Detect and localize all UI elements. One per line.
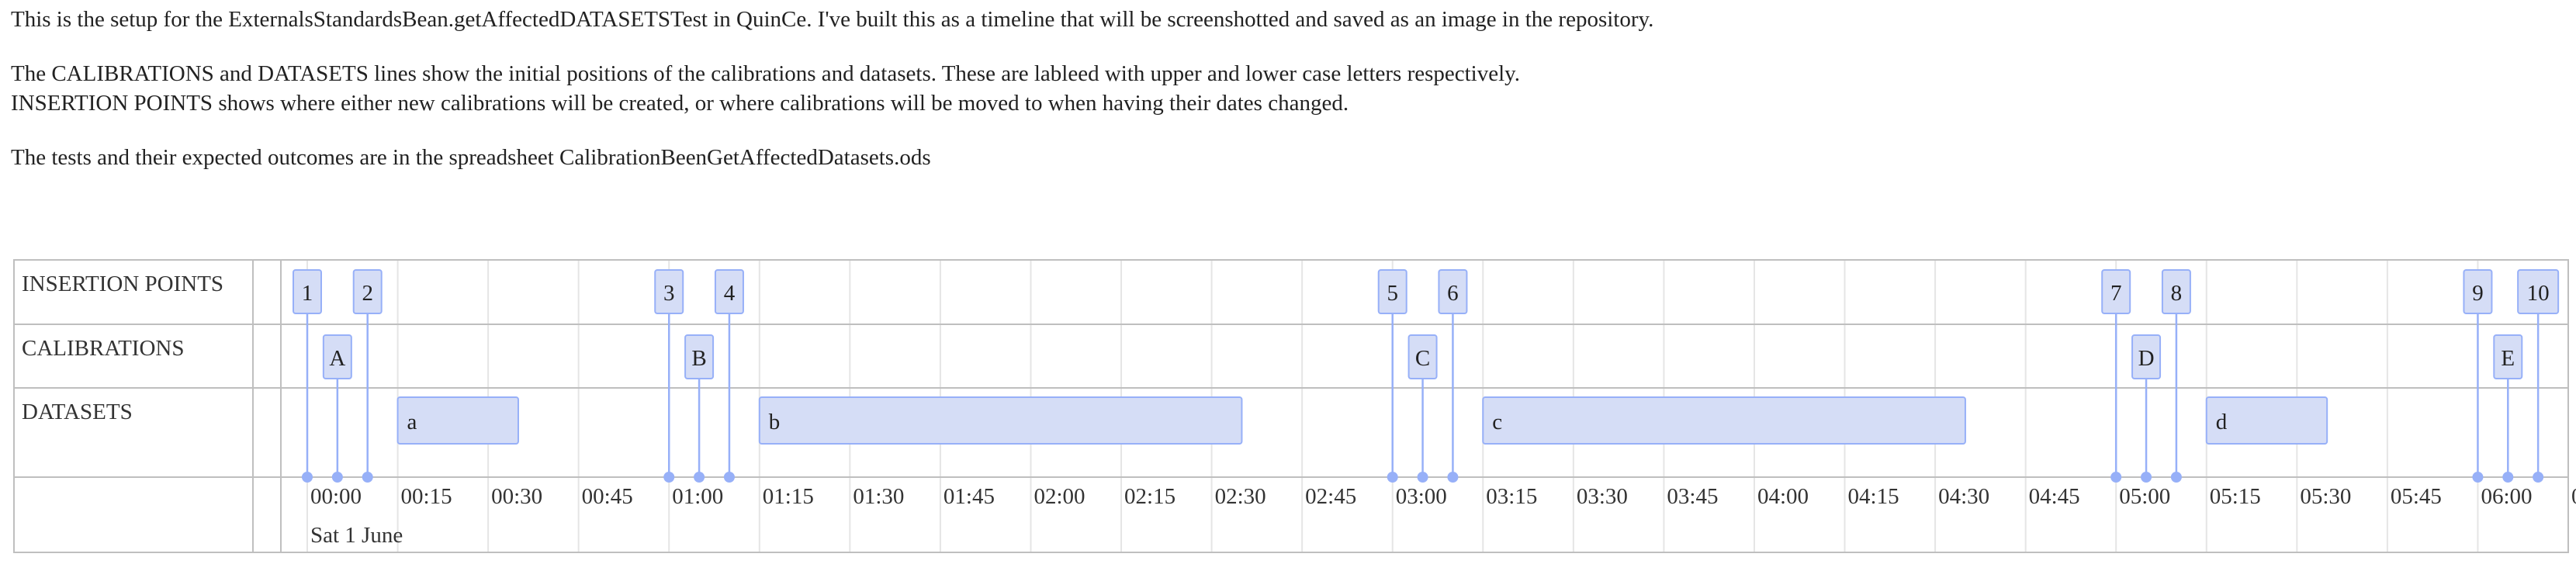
insertion-point-dot[interactable] — [2170, 472, 2182, 483]
insertion-point-label: 5 — [1387, 281, 1398, 306]
calibration-dot[interactable] — [2502, 472, 2514, 483]
tick-label: 02:00 — [1034, 484, 1085, 509]
tick-label: 04:00 — [1757, 484, 1809, 509]
calibration-dot[interactable] — [1417, 472, 1428, 483]
tick-label: 03:15 — [1486, 484, 1537, 509]
tick-label: 04:45 — [2029, 484, 2080, 509]
insertion-point-label: 6 — [1447, 281, 1459, 306]
dataset-label: c — [1492, 410, 1502, 434]
insertion-point-label: 10 — [2527, 281, 2550, 306]
insertion-point-dot[interactable] — [2110, 472, 2122, 483]
tick-label: 05:45 — [2391, 484, 2442, 509]
group-label: CALIBRATIONS — [22, 336, 184, 361]
group-label: INSERTION POINTS — [22, 272, 223, 296]
insertion-point-dot[interactable] — [2533, 472, 2544, 483]
tick-label: 06:15 — [2571, 484, 2576, 509]
tick-label: 03:45 — [1667, 484, 1718, 509]
tick-label: 06:00 — [2481, 484, 2532, 509]
tick-label: 04:30 — [1938, 484, 1989, 509]
group-label: DATASETS — [22, 400, 133, 424]
dataset-label: d — [2216, 410, 2228, 434]
tick-label: 05:15 — [2210, 484, 2261, 509]
dataset-bar[interactable] — [1482, 396, 1966, 445]
insertion-point-dot[interactable] — [1447, 472, 1459, 483]
insertion-point-label: 1 — [302, 281, 313, 306]
tick-label: 01:45 — [943, 484, 995, 509]
tick-label: 05:30 — [2300, 484, 2351, 509]
tick-label: 01:15 — [763, 484, 814, 509]
tick-label: 05:00 — [2119, 484, 2170, 509]
calibration-label: D — [2138, 346, 2155, 371]
tick-label: 00:15 — [401, 484, 452, 509]
group-labels: INSERTION POINTS CALIBRATIONS DATASETS — [22, 272, 223, 424]
calibration-label: C — [1415, 346, 1430, 371]
insertion-point-label: 2 — [362, 281, 373, 306]
tick-label: 02:45 — [1305, 484, 1356, 509]
insertion-point-dot[interactable] — [723, 472, 735, 483]
insertion-point-label: 4 — [724, 281, 736, 306]
dataset-label: b — [769, 410, 781, 434]
insertion-point-label: 7 — [2110, 281, 2122, 306]
tick-label: 00:30 — [491, 484, 542, 509]
insertion-point-dot[interactable] — [2472, 472, 2484, 483]
time-axis: 00:00 00:15 00:30 00:45 01:00 01:15 01:30 01:45… — [310, 484, 2576, 548]
calibration-label: B — [691, 346, 706, 371]
tick-label: 00:00 — [310, 484, 362, 509]
insertion-point-dot[interactable] — [663, 472, 675, 483]
tick-label: 03:30 — [1577, 484, 1628, 509]
calibration-dot[interactable] — [2141, 472, 2152, 483]
tick-label: 01:30 — [853, 484, 904, 509]
calibration-label: E — [2501, 346, 2515, 371]
tick-label: 04:15 — [1848, 484, 1899, 509]
dataset-bar[interactable] — [758, 396, 1243, 445]
tick-label: 02:15 — [1124, 484, 1175, 509]
calibration-dot[interactable] — [694, 472, 705, 483]
calibration-dot[interactable] — [331, 472, 343, 483]
tick-label: 01:00 — [672, 484, 723, 509]
tick-label: 00:45 — [582, 484, 633, 509]
dataset-label: a — [407, 410, 417, 434]
insertion-point-label: 3 — [663, 281, 675, 306]
insertion-point-dot[interactable] — [302, 472, 313, 483]
tick-label: 03:00 — [1396, 484, 1447, 509]
insertion-point-dot[interactable] — [1387, 472, 1398, 483]
tick-label: 02:30 — [1215, 484, 1266, 509]
calibration-label: A — [329, 346, 345, 371]
timeline: INSERTION POINTS CALIBRATIONS DATASETS 1 2 3… — [13, 259, 2576, 553]
date-label: Sat 1 June — [310, 523, 403, 548]
insertion-point-label: 9 — [2472, 281, 2484, 306]
timeline-items: 1 2 3 4 5 6 7 8 9 10 A B C D Ea b c d — [293, 269, 2560, 483]
insertion-point-dot[interactable] — [362, 472, 373, 483]
insertion-point-label: 8 — [2171, 281, 2183, 306]
